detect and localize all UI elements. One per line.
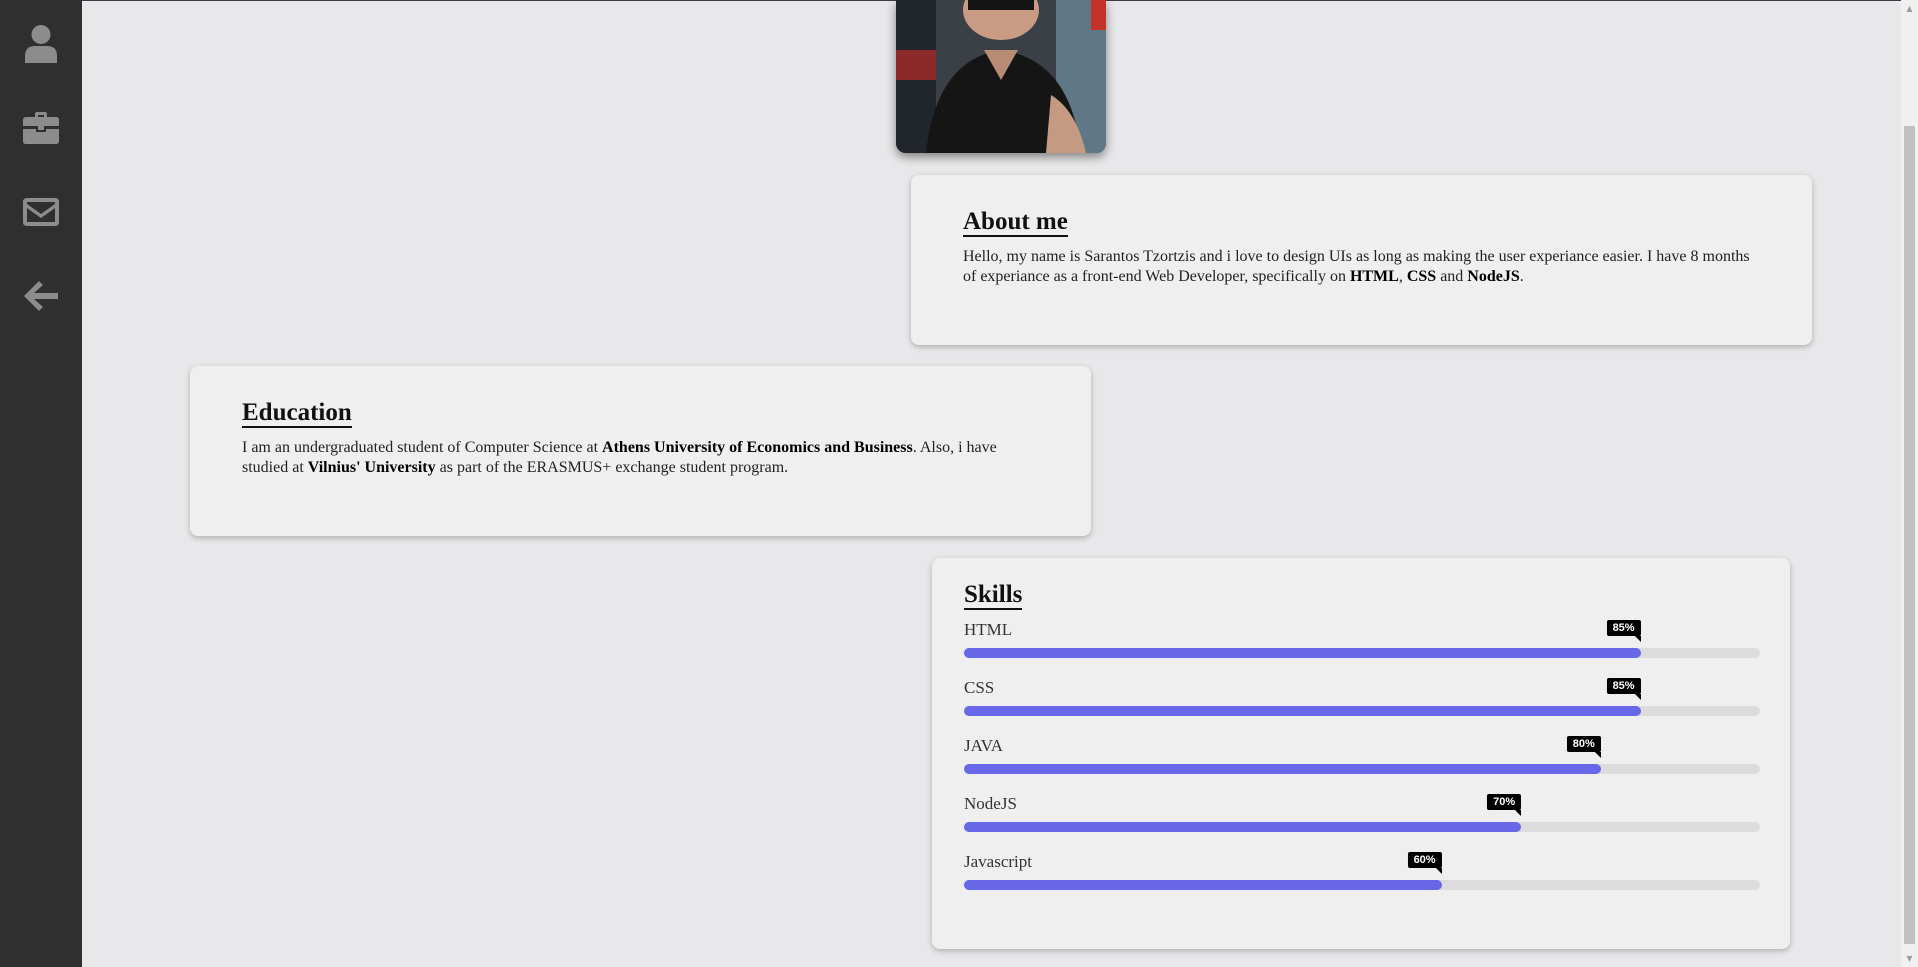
skill-name: HTML — [964, 620, 1013, 640]
about-skill-nodejs: NodeJS — [1467, 268, 1520, 286]
skill-item: CSS 85% — [964, 674, 1760, 732]
about-skill-html: HTML — [1349, 268, 1399, 286]
skill-bar-track — [964, 764, 1760, 775]
sidebar-item-profile[interactable] — [0, 2, 82, 86]
skill-item: HTML 85% — [964, 616, 1760, 674]
education-text-part: I am an undergraduated student of Comput… — [242, 439, 603, 457]
sidebar-item-back[interactable] — [0, 254, 82, 338]
user-icon — [25, 25, 57, 63]
skill-bar-fill — [964, 822, 1522, 833]
education-text: I am an undergraduated student of Comput… — [242, 438, 1039, 478]
skill-name: JAVA — [964, 736, 1004, 756]
about-separator: , — [1398, 268, 1407, 286]
skill-bar-track — [964, 648, 1760, 659]
skill-bar-track — [964, 706, 1760, 717]
education-university: Athens University of Economics and Busin… — [602, 439, 913, 457]
about-text: Hello, my name is Sarantos Tzortzis and … — [963, 247, 1760, 287]
skill-bar-track — [964, 822, 1760, 833]
scroll-down-arrow-icon[interactable]: ▼ — [1901, 950, 1918, 967]
skill-name: NodeJS — [964, 794, 1017, 814]
arrow-left-icon — [24, 281, 58, 311]
skill-percent-badge: 70% — [1487, 794, 1522, 817]
about-separator: and — [1436, 268, 1468, 286]
scrollbar-thumb[interactable] — [1904, 126, 1915, 944]
skill-name: CSS — [964, 678, 995, 698]
profile-photo — [896, 0, 1106, 153]
sidebar-item-contact[interactable] — [0, 170, 82, 254]
education-vilnius: Vilnius' University — [307, 459, 436, 477]
skills-list: HTML 85% CSS 85% JAVA 80% NodeJS 70% Jav… — [964, 616, 1760, 906]
skill-item: NodeJS 70% — [964, 790, 1760, 848]
skill-percent-badge: 85% — [1606, 678, 1641, 701]
skill-bar-track — [964, 880, 1760, 891]
skill-percent-badge: 85% — [1606, 620, 1641, 643]
education-text-part: as part of the ERASMUS+ exchange student… — [435, 459, 789, 477]
skills-title: Skills — [964, 581, 1023, 611]
education-title: Education — [242, 399, 352, 429]
sidebar — [0, 0, 82, 967]
skill-percent-badge: 60% — [1407, 852, 1442, 875]
about-card: About me Hello, my name is Sarantos Tzor… — [911, 175, 1812, 345]
briefcase-icon — [23, 112, 59, 144]
skills-card: Skills HTML 85% CSS 85% JAVA 80% NodeJS … — [932, 558, 1790, 949]
skill-item: Javascript 60% — [964, 848, 1760, 906]
profile-photo-image — [896, 0, 1106, 153]
about-title: About me — [963, 208, 1068, 238]
skill-item: JAVA 80% — [964, 732, 1760, 790]
scrollbar[interactable]: ▲ ▼ — [1901, 0, 1918, 967]
education-card: Education I am an undergraduated student… — [190, 366, 1091, 536]
skill-percent-badge: 80% — [1566, 736, 1601, 759]
skill-bar-fill — [964, 880, 1442, 891]
skill-bar-fill — [964, 706, 1641, 717]
skill-name: Javascript — [964, 852, 1032, 872]
envelope-icon — [23, 198, 59, 226]
scroll-up-arrow-icon[interactable]: ▲ — [1901, 0, 1918, 17]
skill-bar-fill — [964, 648, 1641, 659]
about-end: . — [1519, 268, 1524, 286]
sidebar-item-work[interactable] — [0, 86, 82, 170]
about-skill-css: CSS — [1406, 268, 1437, 286]
skill-bar-fill — [964, 764, 1601, 775]
